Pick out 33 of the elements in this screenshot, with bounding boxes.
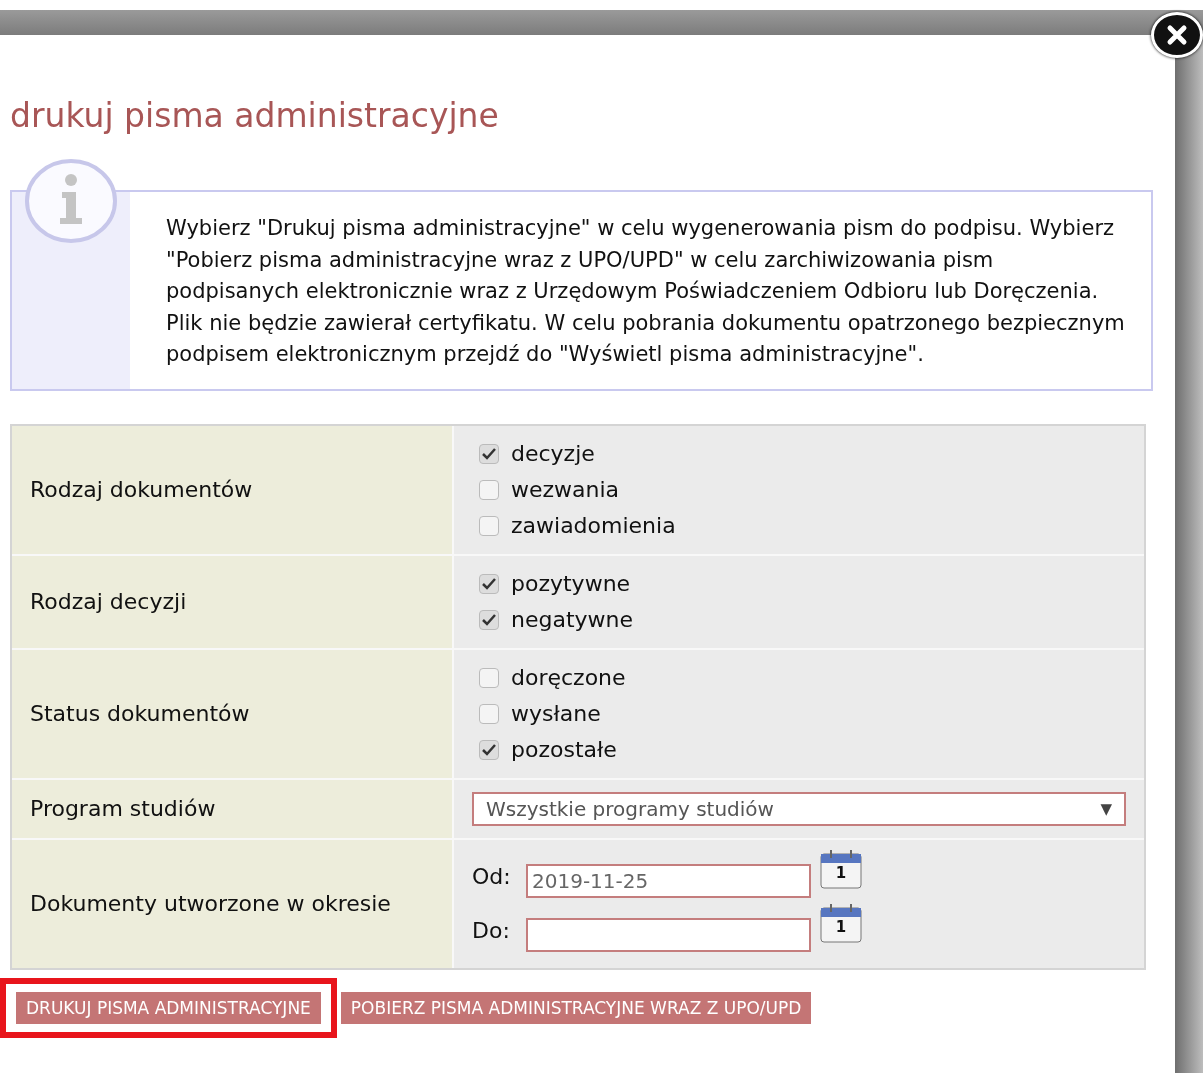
checkbox-option[interactable]: wezwania (472, 471, 1126, 508)
form-label: Program studiów (12, 779, 452, 838)
checkbox-option[interactable]: pozostałe (472, 731, 1126, 768)
form-label: Rodzaj decyzji (12, 555, 452, 648)
checkbox[interactable] (479, 703, 499, 724)
checkbox[interactable] (479, 739, 499, 760)
form-label: Rodzaj dokumentów (12, 425, 452, 554)
checkbox[interactable] (479, 667, 499, 688)
checkbox[interactable] (479, 479, 499, 500)
checkmark-icon (482, 743, 496, 756)
checkbox[interactable] (479, 573, 499, 594)
close-icon (1166, 24, 1188, 46)
checkbox-option[interactable]: negatywne (472, 601, 1126, 638)
checkmark-icon (482, 447, 496, 460)
checkbox-option[interactable]: pozytywne (472, 565, 1126, 602)
checkbox-option[interactable]: wysłane (472, 695, 1126, 732)
date-label: Do: (472, 918, 511, 943)
form-label: Status dokumentów (12, 649, 452, 778)
info-text: Wybierz "Drukuj pisma administracyjne" w celu wygenerowania pism do podpisu. Wybierz "Pobierz pisma administracyjne wraz z UPO/UPD" w celu zarchiwizowania pism podpisanych elektronicznie wraz z Urzędowym Poświadczeniem Odbioru lub Doręczenia. Plik nie będzie zawierał certyfikatu. W celu pobrania dokumentu opatrzonego bezpiecznym podpisem elektronicznym przejdź do "Wyświetl pisma administracyjne". (165, 215, 1126, 368)
date-field[interactable]: 2019-11-25 (526, 863, 811, 898)
date-field[interactable] (526, 917, 811, 952)
checkbox-option[interactable]: zawiadomienia (472, 507, 1126, 544)
form-label: Dokumenty utworzone w okresie (12, 839, 452, 968)
checkbox[interactable] (479, 515, 499, 536)
dialog-title: drukuj pisma administracyjne (10, 97, 500, 135)
checkmark-icon (482, 577, 496, 590)
checkbox-option[interactable]: doręczone (472, 659, 1126, 696)
checkbox[interactable] (479, 443, 499, 464)
checkbox[interactable] (479, 609, 499, 630)
program-select[interactable]: Wszystkie programy studiów ▼ (472, 791, 1126, 826)
date-label: Od: (472, 864, 512, 889)
checkmark-icon (482, 613, 496, 626)
checkbox-option[interactable]: decyzje (472, 435, 1126, 472)
